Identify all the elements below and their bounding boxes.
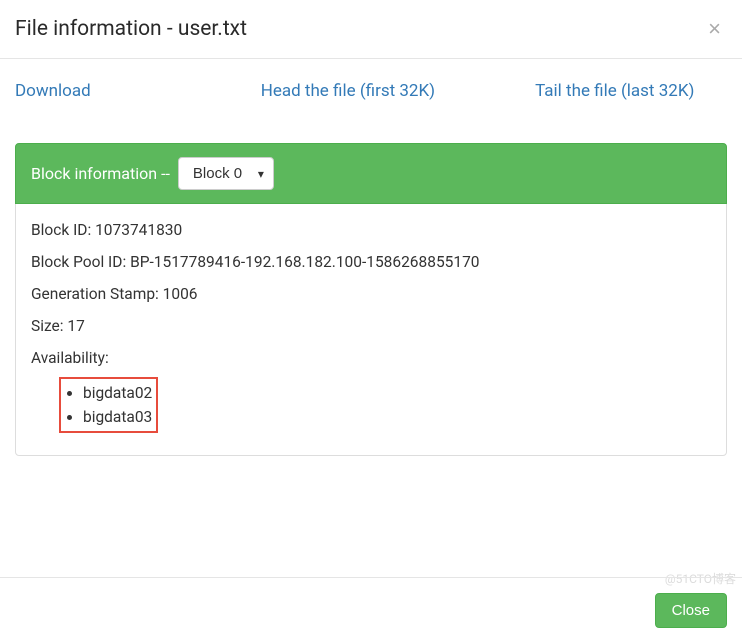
- generation-stamp-row: Generation Stamp: 1006: [31, 285, 711, 303]
- size-row: Size: 17: [31, 317, 711, 335]
- modal-title: File information - user.txt: [15, 17, 247, 41]
- download-link[interactable]: Download: [15, 81, 91, 101]
- block-pool-row: Block Pool ID: BP-1517789416-192.168.182…: [31, 253, 711, 271]
- block-info-panel: Block information -- Block 0 Block ID: 1…: [15, 143, 727, 456]
- list-item: bigdata03: [83, 405, 152, 429]
- head-file-link[interactable]: Head the file (first 32K): [261, 81, 435, 101]
- block-info-label: Block information --: [31, 164, 170, 183]
- tail-file-link[interactable]: Tail the file (last 32K): [535, 81, 694, 101]
- generation-stamp-value: 1006: [163, 285, 198, 303]
- size-label: Size:: [31, 317, 64, 335]
- availability-label: Availability:: [31, 349, 109, 367]
- block-pool-value: BP-1517789416-192.168.182.100-1586268855…: [130, 253, 479, 271]
- availability-list: bigdata02 bigdata03: [63, 381, 152, 429]
- block-select-wrapper: Block 0: [170, 157, 274, 190]
- modal-footer: Close: [0, 577, 742, 643]
- block-id-value: 1073741830: [95, 221, 182, 239]
- close-button[interactable]: Close: [655, 593, 727, 628]
- availability-nodes-box: bigdata02 bigdata03: [59, 377, 158, 433]
- block-select[interactable]: Block 0: [178, 157, 274, 190]
- list-item: bigdata02: [83, 381, 152, 405]
- block-id-row: Block ID: 1073741830: [31, 221, 711, 239]
- block-id-label: Block ID:: [31, 221, 91, 239]
- file-actions: Download Head the file (first 32K) Tail …: [0, 59, 742, 125]
- size-value: 17: [67, 317, 84, 335]
- availability-row: Availability:: [31, 349, 711, 367]
- close-icon[interactable]: ×: [702, 16, 727, 42]
- modal-header: File information - user.txt ×: [0, 0, 742, 59]
- block-pool-label: Block Pool ID:: [31, 253, 126, 271]
- panel-body: Block ID: 1073741830 Block Pool ID: BP-1…: [16, 203, 726, 455]
- generation-stamp-label: Generation Stamp:: [31, 285, 159, 303]
- panel-heading: Block information -- Block 0: [15, 143, 727, 204]
